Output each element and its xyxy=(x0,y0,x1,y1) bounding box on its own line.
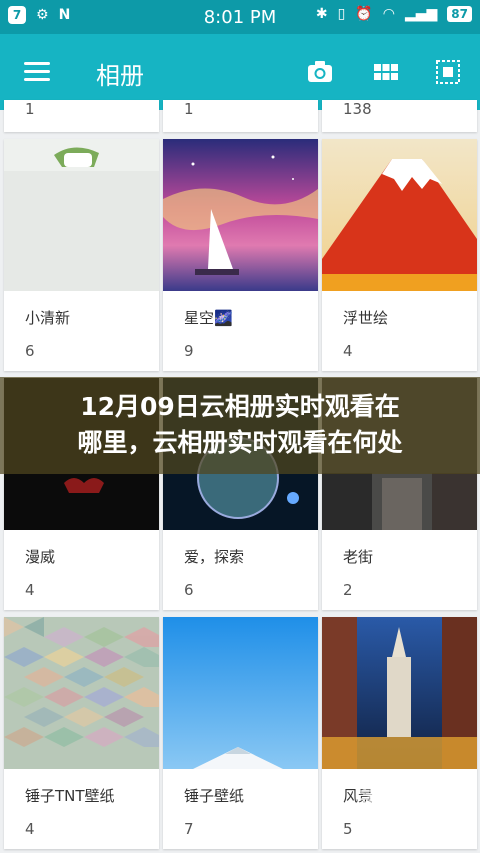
album-name: 小清新 xyxy=(25,309,71,327)
album-count: 4 xyxy=(25,820,35,838)
album-thumbnail xyxy=(163,617,318,769)
vibrate-icon: ▯ xyxy=(337,6,346,22)
banner-line-1: 12月09日云相册实时观看在 xyxy=(80,392,400,421)
album-name: 星空🌌 xyxy=(184,309,233,327)
album-name: 浮世绘 xyxy=(343,309,389,327)
album-card-fengjing[interactable]: 风景 5 xyxy=(322,617,477,849)
watermark-logo: 聚侠网 xyxy=(360,777,445,810)
album-name: 锤子壁纸 xyxy=(184,787,245,805)
album-card-xingkong[interactable]: 星空🌌 9 xyxy=(163,139,318,371)
battery-indicator: 87 xyxy=(447,6,472,22)
album-thumbnail xyxy=(322,617,477,769)
album-count: 4 xyxy=(343,342,353,360)
album-thumbnail xyxy=(322,139,477,291)
album-card[interactable]: 1 xyxy=(163,100,318,132)
album-count: 1 xyxy=(184,100,194,118)
album-count: 7 xyxy=(184,820,194,838)
album-thumbnail xyxy=(4,617,159,769)
album-count: 1 xyxy=(25,100,35,118)
album-card-chuizi[interactable]: 锤子壁纸 7 xyxy=(163,617,318,849)
banner-line-2: 哪里，云相册实时观看在何处 xyxy=(77,428,403,457)
album-count: 5 xyxy=(343,820,353,838)
album-count: 2 xyxy=(343,581,353,599)
album-thumbnail xyxy=(4,139,159,291)
article-title-banner: 12月09日云相册实时观看在 哪里，云相册实时观看在何处 xyxy=(0,377,480,474)
album-count: 4 xyxy=(25,581,35,599)
select-all-icon[interactable] xyxy=(434,58,462,86)
menu-icon[interactable] xyxy=(24,62,50,82)
wifi-icon: ◠ xyxy=(382,6,395,22)
album-name: 锤子TNT壁纸 xyxy=(25,787,115,805)
app-bar: 相册 xyxy=(0,34,480,110)
album-card[interactable]: 1 xyxy=(4,100,159,132)
album-card-chuizi-tnt[interactable]: 锤子TNT壁纸 4 xyxy=(4,617,159,849)
signal-icon: ▂▄▆ xyxy=(404,6,438,22)
album-count: 6 xyxy=(184,581,194,599)
album-count: 138 xyxy=(343,100,372,118)
album-count: 9 xyxy=(184,342,194,360)
album-name: 漫威 xyxy=(25,548,56,566)
album-card-fushihui[interactable]: 浮世绘 4 xyxy=(322,139,477,371)
status-bar: 7 ⚙ N 8:01 PM ✱ ▯ ⏰ ◠ ▂▄▆ 87 xyxy=(0,0,480,34)
album-thumbnail xyxy=(163,139,318,291)
album-card-xiaoqingxin[interactable]: 小清新 6 xyxy=(4,139,159,371)
album-name: 老街 xyxy=(343,548,374,566)
album-card[interactable]: 138 xyxy=(322,100,477,132)
alarm-icon: ⏰ xyxy=(355,6,373,22)
grid-view-icon[interactable] xyxy=(372,58,400,86)
album-count: 6 xyxy=(25,342,35,360)
watermark-url: www.juxia.com xyxy=(372,818,448,829)
bluetooth-icon: ✱ xyxy=(315,6,328,22)
camera-icon[interactable] xyxy=(306,58,334,86)
page-title: 相册 xyxy=(96,62,144,90)
album-name: 爱，探索 xyxy=(184,548,245,566)
